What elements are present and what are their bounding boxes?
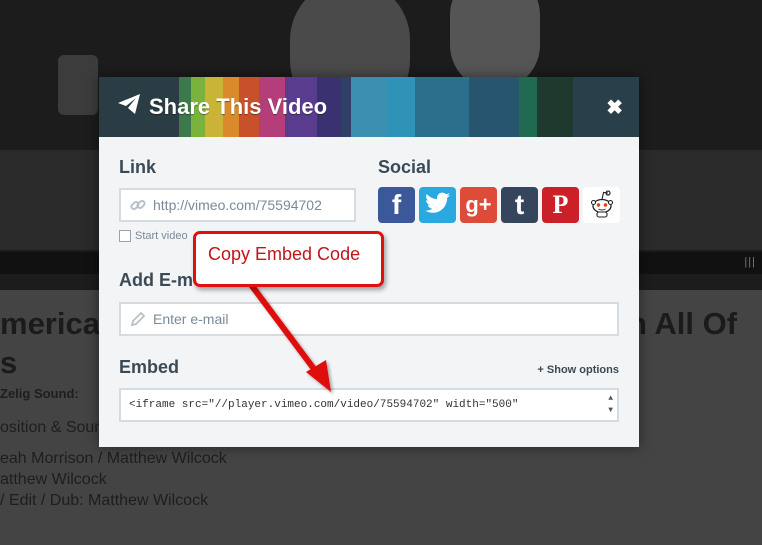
video-title-continued: s (0, 345, 18, 380)
email-label: Add E-m (119, 270, 193, 290)
credits-line: eah Morrison / Matthew Wilcock (0, 450, 227, 467)
link-value: http://vimeo.com/75594702 (153, 197, 322, 213)
paper-plane-icon (117, 93, 141, 121)
chain-link-icon (130, 197, 146, 216)
scroll-down-icon[interactable]: ▼ (608, 405, 613, 417)
scroll-up-icon[interactable]: ▲ (608, 393, 613, 405)
credits-line: osition & Sound (0, 419, 113, 436)
pencil-icon (130, 311, 146, 330)
embed-scrollbar[interactable]: ▲ ▼ (608, 393, 613, 417)
embed-code-text: <iframe src="//player.vimeo.com/video/75… (129, 399, 519, 411)
video-frame-shape (58, 55, 98, 115)
embed-code-field[interactable]: <iframe src="//player.vimeo.com/video/75… (119, 388, 619, 422)
social-label: Social (378, 157, 432, 177)
header-stripe (387, 77, 415, 137)
reddit-alien-icon (589, 188, 615, 223)
credits-line: Zelig Sound: (0, 386, 79, 401)
embed-label: Embed (119, 357, 180, 377)
header-stripe (341, 77, 351, 137)
twitter-icon (424, 192, 451, 219)
video-title: merica (0, 306, 100, 341)
header-stripe (537, 77, 573, 137)
start-video-checkbox[interactable] (119, 230, 131, 242)
twitter-button[interactable] (419, 187, 456, 223)
email-field[interactable]: Enter e-mail (119, 302, 619, 336)
tumblr-icon: t (514, 189, 525, 220)
modal-title-text: Share This Video (149, 94, 328, 119)
video-title-right: n All Of (628, 306, 738, 341)
header-stripe (469, 77, 519, 137)
link-label: Link (119, 157, 157, 177)
email-placeholder: Enter e-mail (153, 311, 229, 327)
header-stripe (351, 77, 387, 137)
start-video-option[interactable]: Start video (119, 230, 188, 242)
google-plus-icon: g+ (465, 192, 492, 217)
header-stripe (415, 77, 469, 137)
google-plus-button[interactable]: g+ (460, 187, 497, 223)
modal-title: Share This Video (117, 93, 327, 121)
close-button[interactable]: ✖ (606, 95, 623, 120)
credits-line: / Edit / Dub: Matthew Wilcock (0, 492, 209, 509)
hd-bars-icon[interactable]: ||| (744, 256, 756, 268)
pinterest-icon: P (552, 190, 569, 219)
facebook-icon: f (391, 189, 402, 220)
pinterest-button[interactable]: P (542, 187, 579, 223)
show-options-link[interactable]: + Show options (537, 364, 619, 376)
annotation-callout: Copy Embed Code (193, 231, 384, 287)
annotation-text: Copy Embed Code (208, 244, 361, 264)
reddit-button[interactable] (583, 187, 620, 223)
modal-header: Share This Video ✖ (99, 77, 639, 137)
start-video-label: Start video (135, 230, 188, 242)
facebook-button[interactable]: f (378, 187, 415, 223)
credits-line: atthew Wilcock (0, 471, 107, 488)
header-stripe (519, 77, 537, 137)
link-field[interactable]: http://vimeo.com/75594702 (119, 188, 356, 222)
tumblr-button[interactable]: t (501, 187, 538, 223)
social-buttons: f g+ t P (378, 187, 620, 223)
